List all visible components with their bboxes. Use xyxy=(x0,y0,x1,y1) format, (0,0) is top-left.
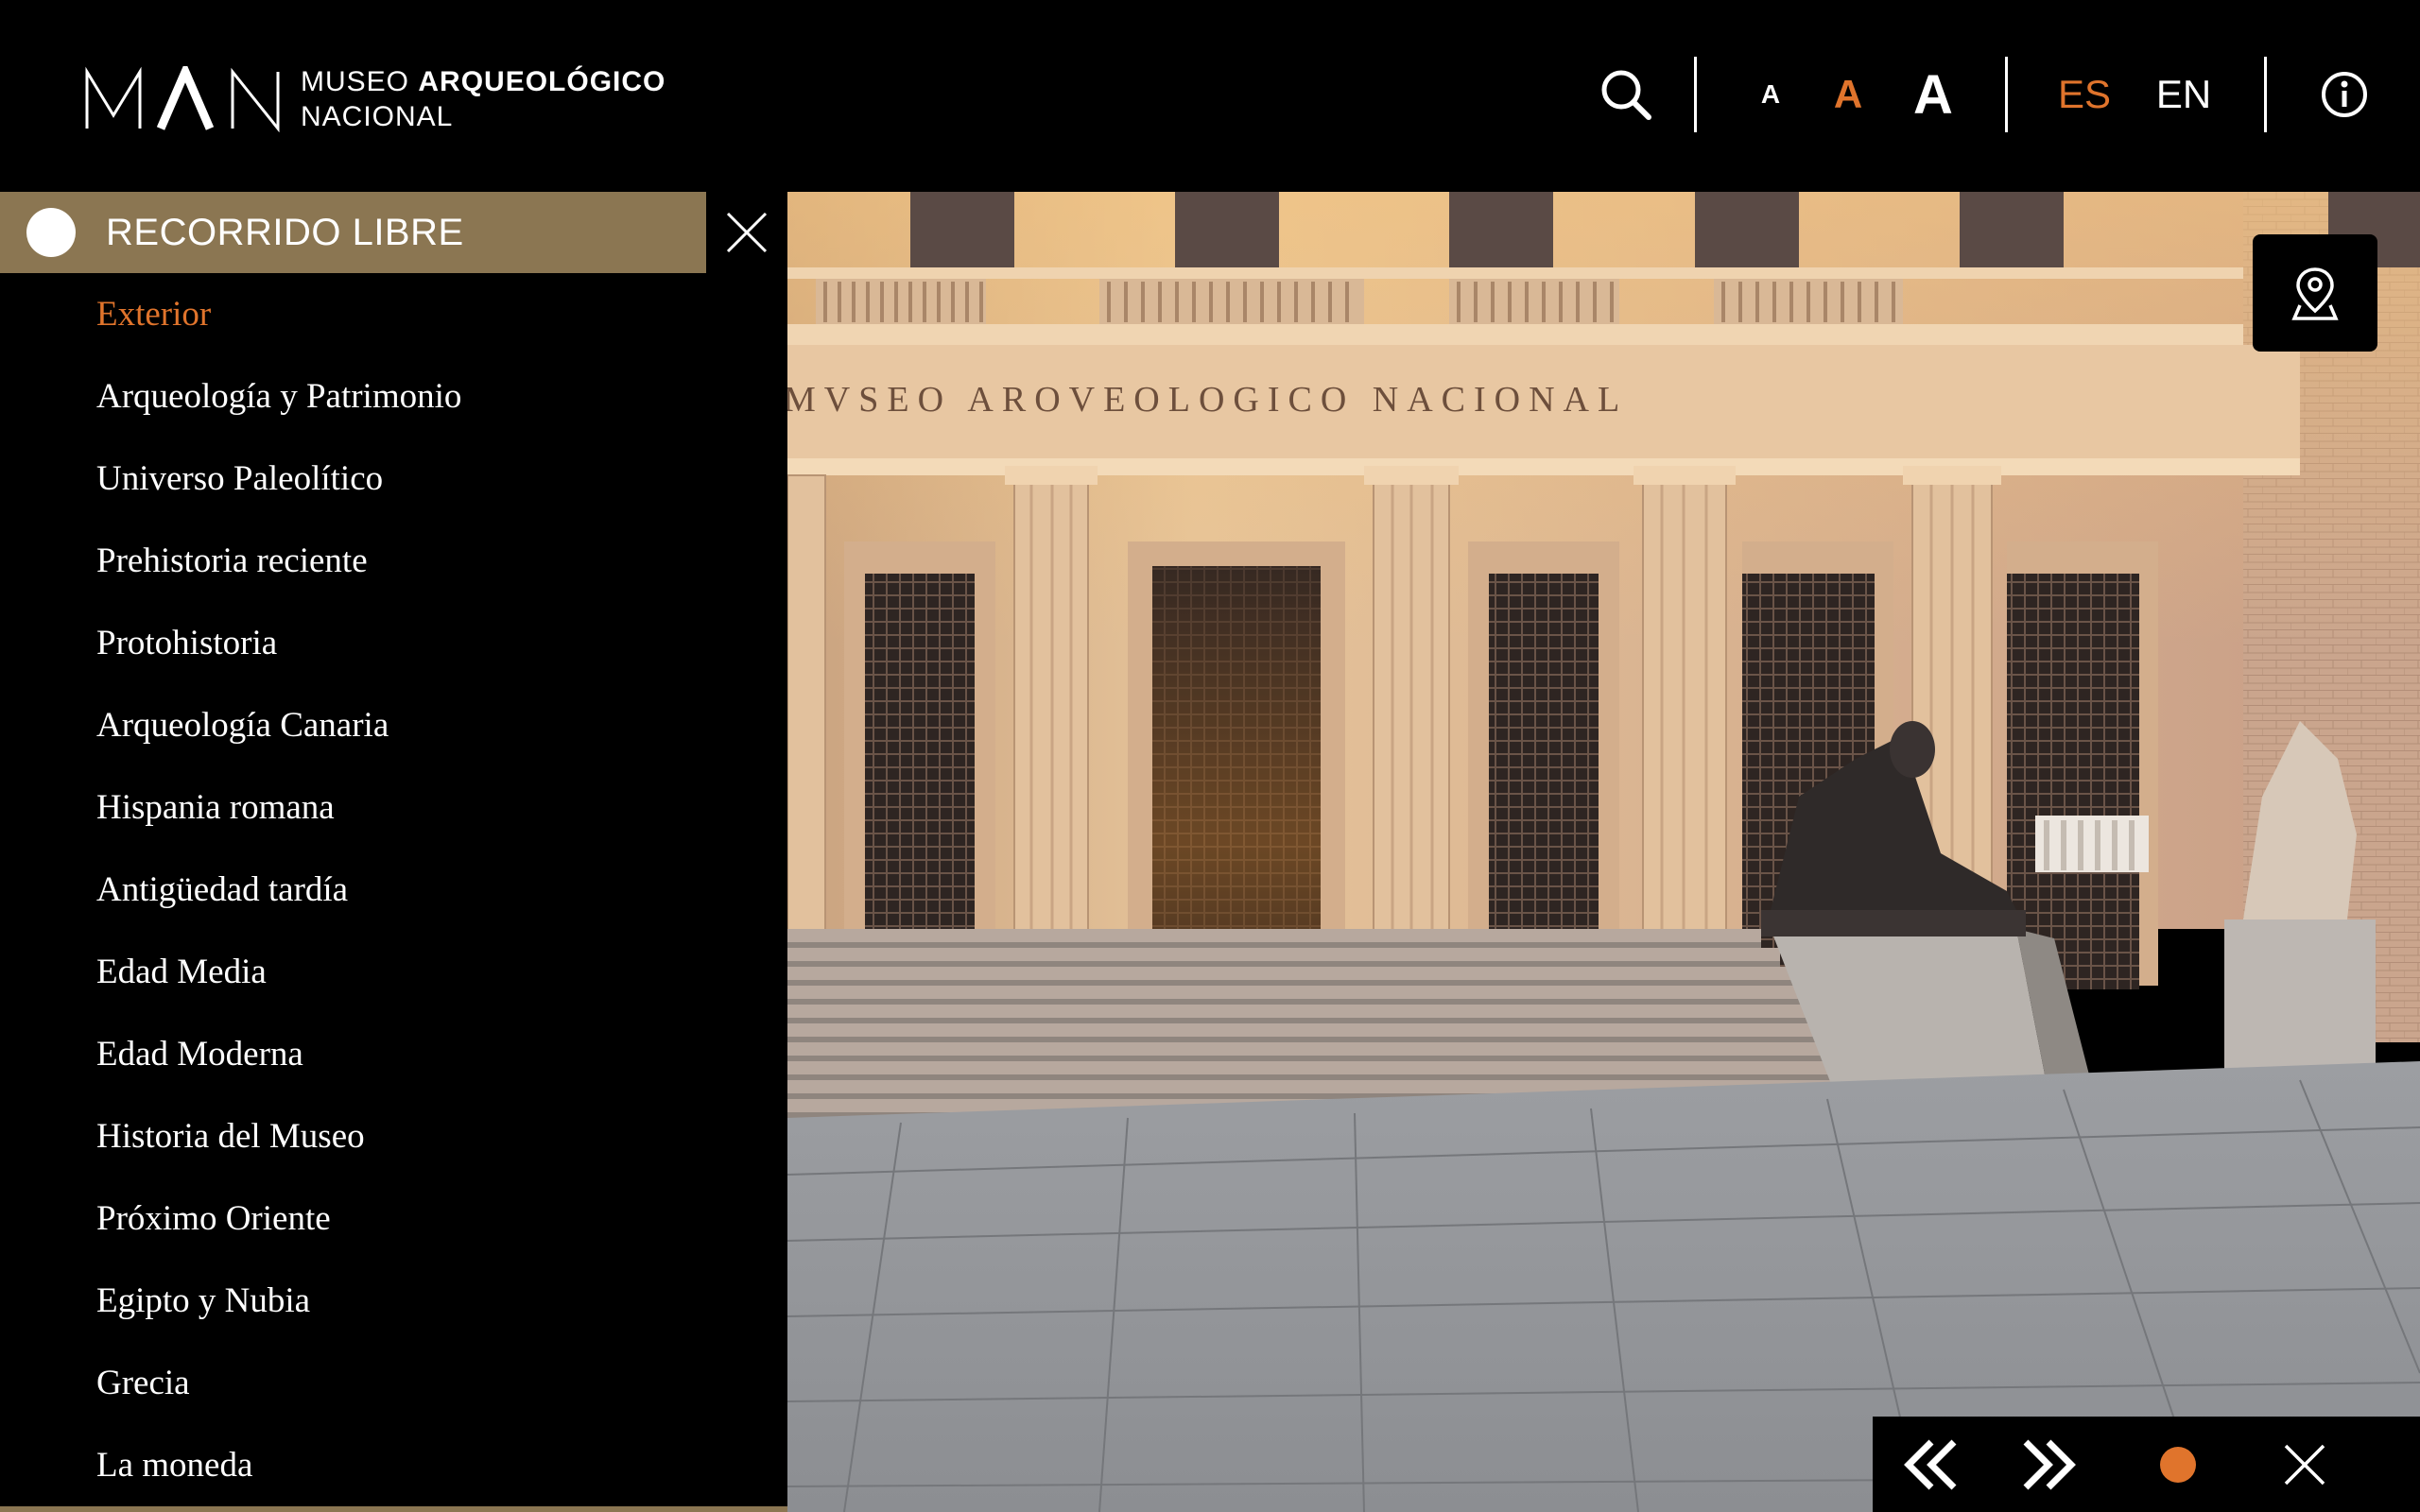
info-icon xyxy=(2322,72,2367,117)
font-size-small-button[interactable]: A xyxy=(1749,66,1792,123)
facade-inscription: MVSEO AROVEOLOGICO NACIONAL xyxy=(787,380,1628,420)
double-chevron-right-icon xyxy=(2023,1439,2076,1489)
tour-title: RECORRIDO LIBRE xyxy=(106,211,464,253)
tour-navigation-panel xyxy=(1873,1417,2420,1512)
sidebar-item[interactable]: Antigüedad tardía xyxy=(0,849,787,931)
close-sidebar-button[interactable] xyxy=(706,192,787,273)
sidebar-item[interactable]: Edad Moderna xyxy=(0,1013,787,1095)
close-icon xyxy=(726,212,768,253)
search-icon xyxy=(1601,70,1651,120)
tour-sidebar: RECORRIDO LIBRE Exterior Arqueología y Pa… xyxy=(0,192,787,1512)
tour-dot-icon xyxy=(26,208,76,257)
tour-header[interactable]: RECORRIDO LIBRE xyxy=(0,192,706,273)
logo-text-nacional: NACIONAL xyxy=(301,101,454,132)
map-pin-icon xyxy=(2291,267,2339,320)
sidebar-item[interactable]: Protohistoria xyxy=(0,602,787,684)
info-button[interactable] xyxy=(2307,57,2382,132)
search-button[interactable] xyxy=(1588,57,1664,132)
font-size-medium-button[interactable]: A xyxy=(1824,61,1872,128)
sidebar-item[interactable]: Arqueología y Patrimonio xyxy=(0,355,787,438)
museum-logo[interactable]: MUSEO ARQUEOLÓGICO NACIONAL xyxy=(83,66,666,132)
header-divider xyxy=(1694,57,1697,132)
sidebar-item[interactable]: Exterior xyxy=(0,273,787,355)
header-divider xyxy=(2005,57,2008,132)
autoplay-button[interactable] xyxy=(2121,1417,2235,1512)
sidebar-item[interactable]: Próximo Oriente xyxy=(0,1177,787,1260)
logo-text-museo: MUSEO xyxy=(301,66,419,97)
close-icon xyxy=(2284,1444,2325,1485)
sidebar-item[interactable]: La moneda xyxy=(0,1424,787,1506)
sidebar-item[interactable]: Grecia xyxy=(0,1342,787,1424)
museum-facade-image: MVSEO AROVEOLOGICO NACIONAL xyxy=(787,192,2420,1512)
record-dot-icon xyxy=(2160,1446,2196,1483)
sidebar-item[interactable]: Universo Paleolítico xyxy=(0,438,787,520)
sidebar-item[interactable]: Hispania romana xyxy=(0,766,787,849)
header-divider xyxy=(2264,57,2267,132)
logo-text-arqueologico: ARQUEOLÓGICO xyxy=(418,66,666,97)
panorama-view[interactable]: MVSEO AROVEOLOGICO NACIONAL xyxy=(787,192,2420,1512)
double-chevron-left-icon xyxy=(1904,1439,1957,1489)
next-scene-button[interactable] xyxy=(1994,1417,2107,1512)
font-size-large-button[interactable]: A xyxy=(1905,57,1962,132)
sidebar-item[interactable]: Edad Media xyxy=(0,931,787,1013)
room-list: Exterior Arqueología y Patrimonio Universo… xyxy=(0,273,787,1506)
sidebar-item[interactable]: Historia del Museo xyxy=(0,1095,787,1177)
language-en-button[interactable]: EN xyxy=(2151,61,2217,128)
sidebar-item[interactable]: Arqueología Canaria xyxy=(0,684,787,766)
language-es-button[interactable]: ES xyxy=(2051,61,2118,128)
top-header: MUSEO ARQUEOLÓGICO NACIONAL A A A ES EN xyxy=(0,0,2420,192)
sidebar-bottom-bar xyxy=(0,1506,787,1512)
previous-scene-button[interactable] xyxy=(1873,1417,1986,1512)
sidebar-item[interactable]: Egipto y Nubia xyxy=(0,1260,787,1342)
sidebar-item[interactable]: Prehistoria reciente xyxy=(0,520,787,602)
man-logo-mark xyxy=(85,66,280,132)
logo-text: MUSEO ARQUEOLÓGICO NACIONAL xyxy=(301,64,666,134)
close-tour-button[interactable] xyxy=(2248,1417,2361,1512)
map-button[interactable] xyxy=(2253,234,2377,352)
